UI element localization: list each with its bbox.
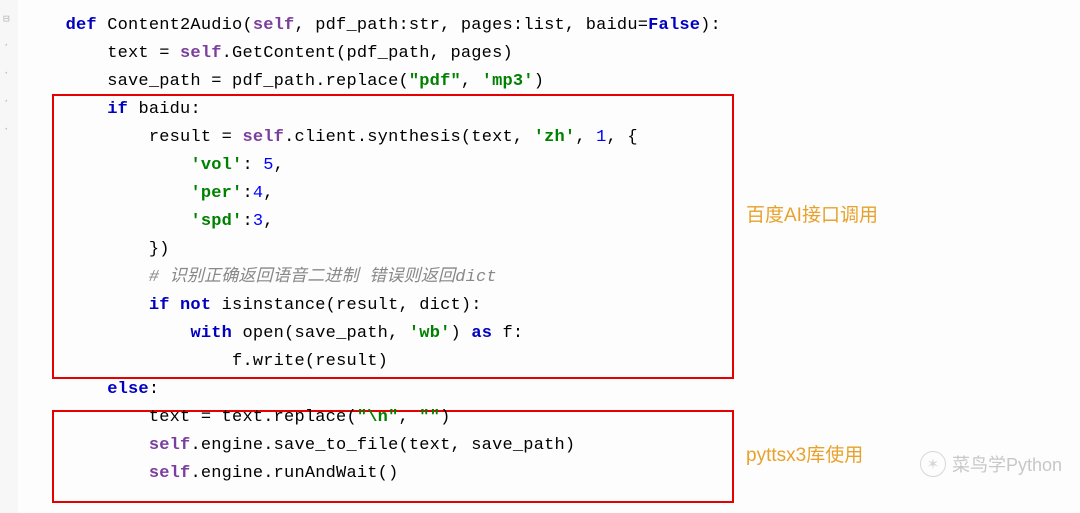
code-line: self.engine.runAndWait() (24, 460, 1068, 488)
code-line: 'vol': 5, (24, 152, 1068, 180)
token: 5 (263, 156, 273, 175)
token: "pdf" (409, 72, 461, 91)
token: , baidu= (565, 16, 648, 35)
token: else (107, 380, 149, 399)
code-line: }) (24, 236, 1068, 264)
token: 'spd' (190, 212, 242, 231)
fold-mark: ⊟ (3, 12, 10, 26)
token: list (523, 16, 565, 35)
gutter: ⊟ · · · · (0, 0, 18, 513)
token: , pdf_path: (294, 16, 408, 35)
token: , (461, 72, 482, 91)
token: , pages: (440, 16, 523, 35)
code-line: save_path = pdf_path.replace("pdf", 'mp3… (24, 68, 1068, 96)
token: dict (419, 296, 461, 315)
line-mark: · (3, 68, 10, 80)
token: : (242, 156, 263, 175)
token: , (263, 212, 273, 231)
token: f.write(result) (232, 352, 388, 371)
code-line: self.engine.save_to_file(text, save_path… (24, 432, 1068, 460)
token: 1 (596, 128, 606, 147)
watermark: ✶ 菜鸟学Python (920, 451, 1062, 477)
wechat-icon: ✶ (920, 451, 946, 477)
token: 'zh' (534, 128, 576, 147)
code-line: result = self.client.synthesis(text, 'zh… (24, 124, 1068, 152)
token: 'per' (190, 184, 242, 203)
token: , (398, 408, 419, 427)
line-mark: · (3, 124, 10, 136)
line-mark: · (3, 40, 10, 52)
token: ): (700, 16, 721, 35)
line-mark: · (3, 96, 10, 108)
token: open (242, 324, 284, 343)
token: .engine.runAndWait() (190, 464, 398, 483)
token: .engine.save_to_file(text, save_path) (190, 436, 575, 455)
token: (save_path, (284, 324, 409, 343)
token: def (66, 16, 108, 35)
code-line: if baidu: (24, 96, 1068, 124)
token: 'wb' (409, 324, 451, 343)
token: : (242, 212, 252, 231)
token: ): (461, 296, 482, 315)
token: save_path = pdf_path.replace( (107, 72, 409, 91)
token: self (253, 16, 295, 35)
token: Content2Audio( (107, 16, 253, 35)
annotation-1: 百度AI接口调用 (746, 200, 878, 227)
token: (result, (326, 296, 420, 315)
token: , { (607, 128, 638, 147)
token: self (242, 128, 284, 147)
token: 'mp3' (482, 72, 534, 91)
token: , (274, 156, 284, 175)
token: baidu: (138, 100, 200, 119)
token: : (242, 184, 252, 203)
token: # 识别正确返回语音二进制 错误则返回dict (149, 268, 497, 287)
token: ) (534, 72, 544, 91)
code-line: 'per':4, (24, 180, 1068, 208)
token: }) (149, 240, 170, 259)
token: 'vol' (190, 156, 242, 175)
token: .GetContent(pdf_path, pages) (222, 44, 513, 63)
code-line: text = self.GetContent(pdf_path, pages) (24, 40, 1068, 68)
token: 4 (253, 184, 263, 203)
annotation-2: pyttsx3库使用 (746, 440, 863, 467)
token: ) (440, 408, 450, 427)
token: .client.synthesis(text, (284, 128, 534, 147)
token: , (575, 128, 596, 147)
code-line: else: (24, 376, 1068, 404)
token: self (180, 44, 222, 63)
code-line: # 识别正确返回语音二进制 错误则返回dict (24, 264, 1068, 292)
code-line: with open(save_path, 'wb') as f: (24, 320, 1068, 348)
code-line: text = text.replace("\n", "") (24, 404, 1068, 432)
code-line: def Content2Audio(self, pdf_path:str, pa… (24, 12, 1068, 40)
token: text = (107, 44, 180, 63)
token: result = (149, 128, 243, 147)
token: if (107, 100, 138, 119)
token: f: (503, 324, 524, 343)
token: self (149, 464, 191, 483)
code-line: f.write(result) (24, 348, 1068, 376)
token: "\n" (357, 408, 399, 427)
token: 3 (253, 212, 263, 231)
token: : (149, 380, 159, 399)
token: isinstance (222, 296, 326, 315)
token: self (149, 436, 191, 455)
token: if not (149, 296, 222, 315)
token: ) (451, 324, 472, 343)
token: with (190, 324, 242, 343)
watermark-text: 菜鸟学Python (952, 451, 1062, 477)
token: text = text.replace( (149, 408, 357, 427)
code-line: 'spd':3, (24, 208, 1068, 236)
code-line: if not isinstance(result, dict): (24, 292, 1068, 320)
token: str (409, 16, 440, 35)
token: False (648, 16, 700, 35)
code-block: def Content2Audio(self, pdf_path:str, pa… (24, 12, 1068, 488)
token: "" (419, 408, 440, 427)
token: as (471, 324, 502, 343)
token: , (263, 184, 273, 203)
